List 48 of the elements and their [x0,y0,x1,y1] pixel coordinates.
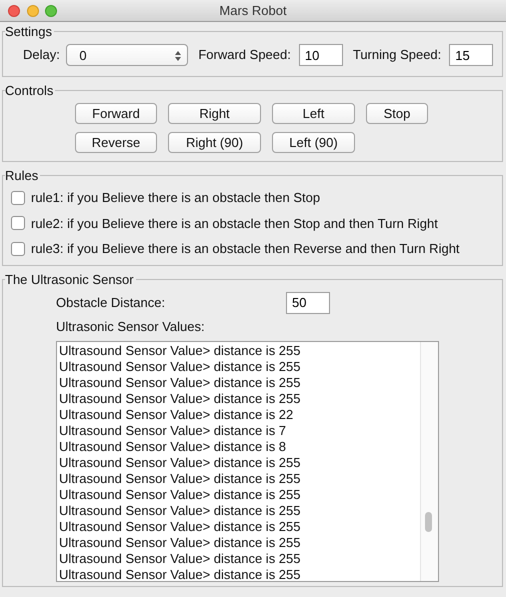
close-button[interactable] [8,5,20,17]
log-line: Ultrasound Sensor Value> distance is 255 [59,359,300,375]
rule-checkbox[interactable] [11,216,25,230]
turning-speed-field[interactable]: 15 [449,44,494,66]
control-button[interactable]: Right (90) [168,132,261,153]
group-title: Settings [5,25,53,38]
log-line: Ultrasound Sensor Value> distance is 255 [59,551,300,567]
control-button[interactable]: Reverse [75,132,157,153]
log-line: Ultrasound Sensor Value> distance is 255 [59,343,300,359]
log-line: Ultrasound Sensor Value> distance is 7 [59,423,286,439]
up-down-arrows-icon [175,50,182,60]
control-button[interactable]: Right [168,103,261,124]
field-label: Ultrasonic Sensor Values: [55,318,206,336]
rule-label: rule2: if you Believe there is an obstacle then Stop and then Turn Right [31,214,438,233]
field-label: Turning Speed: [352,46,442,64]
control-button[interactable]: Forward [75,103,157,124]
rule-label: rule1: if you Believe there is an obstacle then Stop [31,189,320,207]
log-line: Ultrasound Sensor Value> distance is 255 [59,391,300,407]
log-line: Ultrasound Sensor Value> distance is 255 [59,487,300,503]
control-button[interactable]: Stop [366,103,428,124]
group-title: Controls [5,84,54,97]
field-label: Obstacle Distance: [56,294,166,312]
log-line: Ultrasound Sensor Value> distance is 255 [59,519,300,535]
rule-checkbox[interactable] [11,242,25,256]
log-line: Ultrasound Sensor Value> distance is 22 [59,407,294,423]
window-title: Mars Robot [219,2,287,20]
group-title: Rules [5,169,40,182]
control-button[interactable]: Left (90) [272,132,355,153]
rule-checkbox[interactable] [11,190,25,205]
control-button[interactable]: Left [272,103,355,124]
forward-speed-field[interactable]: 10 [298,44,343,66]
delay-spinner[interactable]: 0 [66,44,188,66]
log-line: Ultrasound Sensor Value> distance is 8 [59,439,286,455]
group-title: The Ultrasonic Sensor [5,272,135,286]
log-line: Ultrasound Sensor Value> distance is 255 [59,535,300,551]
scrollbar[interactable] [420,342,438,581]
log-line: Ultrasound Sensor Value> distance is 255 [59,455,300,471]
log-line: Ultrasound Sensor Value> distance is 255 [59,375,300,391]
obstacle-distance-field[interactable]: 50 [286,292,330,314]
log-line: Ultrasound Sensor Value> distance is 255 [59,503,300,519]
minimize-button[interactable] [26,5,38,17]
log-line: Ultrasound Sensor Value> distance is 255 [59,567,300,583]
field-label: Forward Speed: [198,46,291,64]
rule-label: rule3: if you Believe there is an obstacle then Reverse and then Turn Right [31,240,460,258]
zoom-button[interactable] [45,5,57,17]
field-label: Delay: [23,46,60,64]
log-line: Ultrasound Sensor Value> distance is 255 [59,471,300,487]
scrollbar-thumb[interactable] [425,512,432,532]
